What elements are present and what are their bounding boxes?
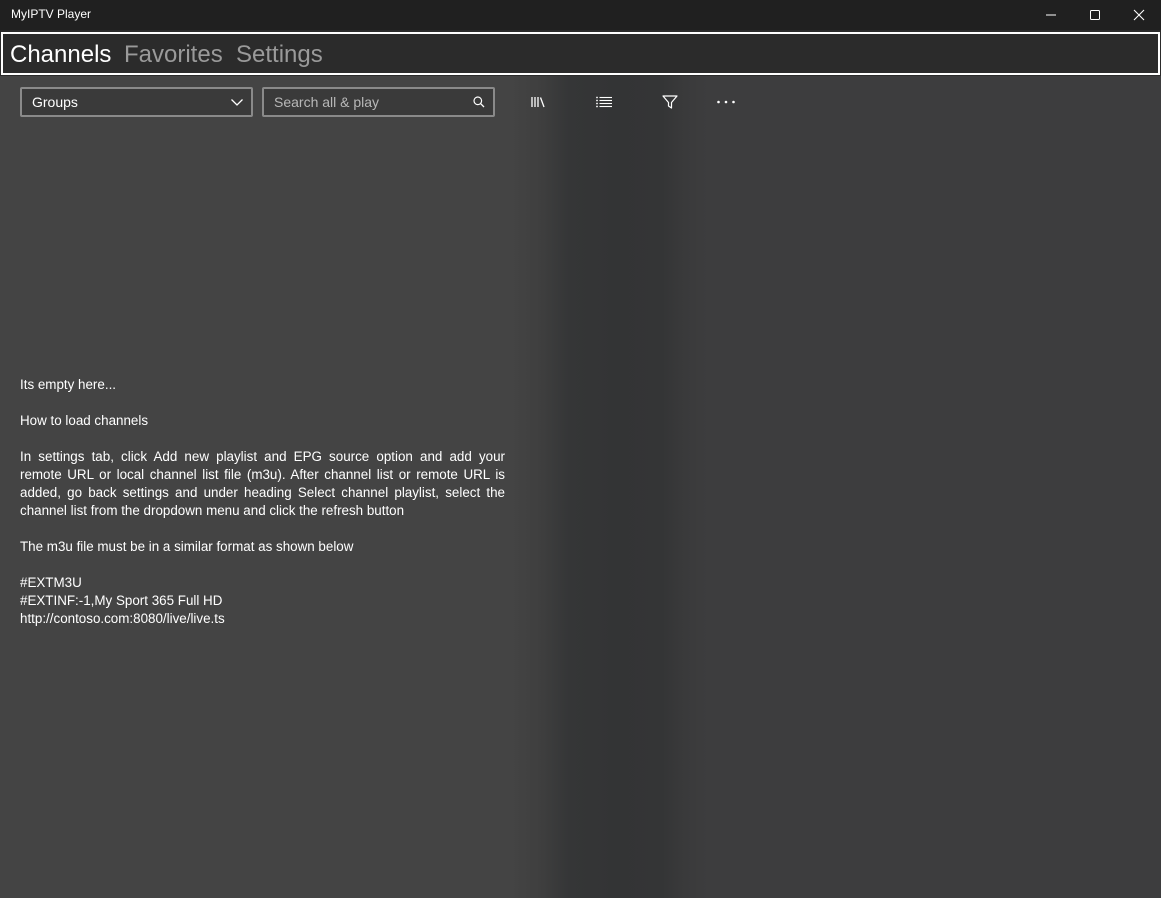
maximize-button[interactable]: [1073, 0, 1117, 30]
close-icon: [1133, 9, 1145, 21]
groups-dropdown[interactable]: Groups: [20, 87, 253, 117]
instructions-text: In settings tab, click Add new playlist …: [20, 449, 505, 518]
search-input[interactable]: [264, 89, 464, 115]
minimize-button[interactable]: [1029, 0, 1073, 30]
list-view-button[interactable]: [589, 89, 619, 115]
search-icon[interactable]: [472, 95, 486, 109]
minimize-icon: [1046, 14, 1056, 16]
example-line: #EXTM3U: [20, 575, 82, 590]
empty-state-message: Its empty here... How to load channels I…: [20, 376, 505, 628]
more-options-button[interactable]: [711, 89, 741, 115]
pivot-header: Channels Favorites Settings: [1, 32, 1160, 75]
empty-heading: Its empty here...: [20, 377, 117, 392]
app-title: MyIPTV Player: [11, 7, 92, 21]
filter-icon: [662, 95, 678, 109]
close-button[interactable]: [1117, 0, 1161, 30]
library-button[interactable]: [523, 89, 553, 115]
example-line: #EXTINF:-1,My Sport 365 Full HD: [20, 593, 223, 608]
filter-button[interactable]: [655, 89, 685, 115]
groups-dropdown-value: Groups: [32, 94, 78, 110]
library-icon: [531, 97, 545, 108]
example-line: http://contoso.com:8080/live/live.ts: [20, 611, 225, 626]
list-icon: [596, 96, 612, 108]
maximize-icon: [1090, 10, 1100, 20]
search-box[interactable]: [262, 87, 495, 117]
howto-heading: How to load channels: [20, 413, 149, 428]
more-icon: [717, 100, 735, 104]
tab-favorites[interactable]: Favorites: [124, 40, 223, 70]
tab-channels[interactable]: Channels: [10, 40, 111, 70]
channels-page: Groups Its empt: [0, 76, 1161, 898]
tab-settings[interactable]: Settings: [236, 40, 323, 70]
title-bar: MyIPTV Player: [0, 0, 1161, 30]
format-note: The m3u file must be in a similar format…: [20, 539, 354, 554]
chevron-down-icon: [231, 99, 243, 106]
